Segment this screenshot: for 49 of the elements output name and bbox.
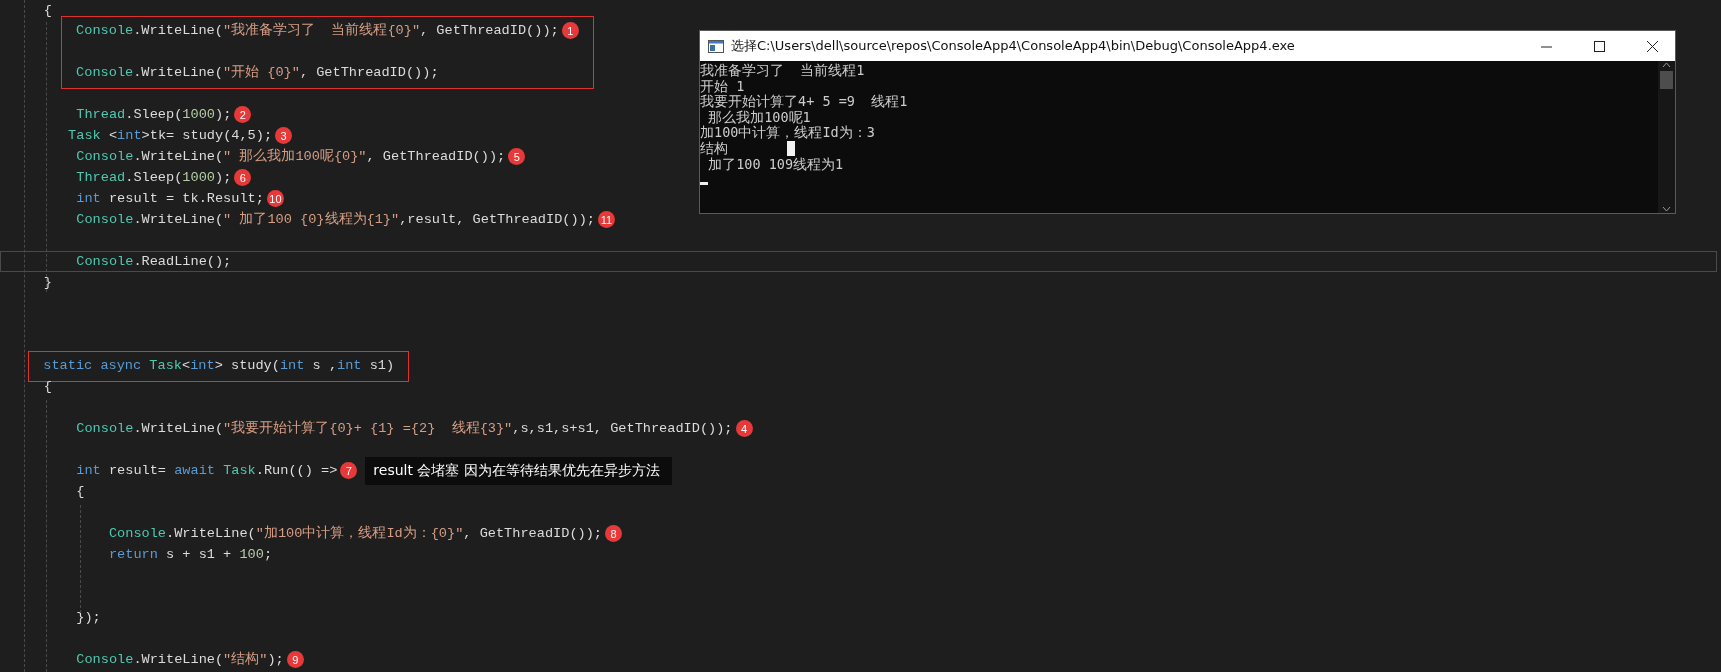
console-output-line: 结构 xyxy=(700,140,728,157)
step-number: 10 xyxy=(266,190,284,207)
code-line: static async Task<int> study(int s ,int s1) xyxy=(43,357,395,375)
code-line: Console.WriteLine("我准备学习了 当前线程{0}", GetThreadID()); xyxy=(76,21,559,40)
step-number: 6 xyxy=(234,169,252,186)
code-line: int result = tk.Result; xyxy=(76,190,264,208)
window-title: 选择C:\Users\dell\source\repos\ConsoleApp4\ConsoleApp4\bin\Debug\ConsoleApp4.exe xyxy=(731,37,1296,55)
console-output-line: 加了100 109线程为1 xyxy=(707,156,844,173)
console-output-line: 那么我加100呢1 xyxy=(707,109,811,125)
scroll-down-icon[interactable] xyxy=(1662,205,1671,213)
scroll-thumb[interactable] xyxy=(1660,71,1673,89)
code-line: { xyxy=(43,378,52,396)
code-line: Console.WriteLine("开始 {0}", GetThreadID()); xyxy=(76,64,439,82)
maximize-icon xyxy=(1593,40,1605,52)
code-line: }); xyxy=(76,609,101,627)
console-app-icon xyxy=(708,39,724,53)
code-line: Thread.Sleep(1000); xyxy=(76,106,232,124)
code-line: Console.ReadLine(); xyxy=(76,253,232,271)
code-line: Task <int>tk= study(4,5); xyxy=(68,127,273,145)
step-number: 5 xyxy=(508,148,526,165)
step-number: 11 xyxy=(597,211,615,228)
step-number: 7 xyxy=(340,462,358,479)
cursor-caret xyxy=(700,182,708,186)
annotation-note: result 会堵塞 因为在等待结果优先在异步方法 xyxy=(365,456,672,485)
code-line: Console.WriteLine(" 加了100 {0}线程为{1}",result, GetThreadID()); xyxy=(76,210,595,229)
step-number: 4 xyxy=(735,420,753,437)
code-line: { xyxy=(43,2,52,20)
code-line: Console.WriteLine("加100中计算，线程Id为：{0}", GetThreadID()); xyxy=(108,524,602,543)
code-line: { xyxy=(76,483,85,501)
console-output-line: 加100中计算，线程Id为：3 xyxy=(700,125,875,141)
step-number: 9 xyxy=(286,651,304,668)
close-icon xyxy=(1646,40,1658,52)
selection-cursor xyxy=(787,141,795,156)
code-line: Console.WriteLine("结构"); xyxy=(76,650,284,669)
code-line: } xyxy=(43,274,52,292)
code-line: Console.WriteLine(" 那么我加100呢{0}", GetThreadID()); xyxy=(76,147,506,166)
step-number: 1 xyxy=(561,22,579,39)
scroll-up-icon[interactable] xyxy=(1662,61,1671,69)
code-line: int result= await Task.Run(() => xyxy=(76,462,338,480)
step-number: 8 xyxy=(605,525,622,542)
code-line: return s + s1 + 100; xyxy=(108,546,273,564)
console-output-line: 我准备学习了 当前线程1 xyxy=(700,63,865,79)
code-line: Console.WriteLine("我要开始计算了{0}+ {1} ={2} 线程{3}",s,s1,s+s1, GetThreadID()); xyxy=(76,419,733,438)
console-output-line: 我要开始计算了4+ 5 =9 线程1 xyxy=(700,94,908,110)
console-output-line: 开始 1 xyxy=(700,78,745,94)
step-number: 2 xyxy=(234,106,252,123)
scrollbar[interactable] xyxy=(1658,61,1675,213)
step-number: 3 xyxy=(275,127,293,144)
code-line: Thread.Sleep(1000); xyxy=(76,169,232,187)
